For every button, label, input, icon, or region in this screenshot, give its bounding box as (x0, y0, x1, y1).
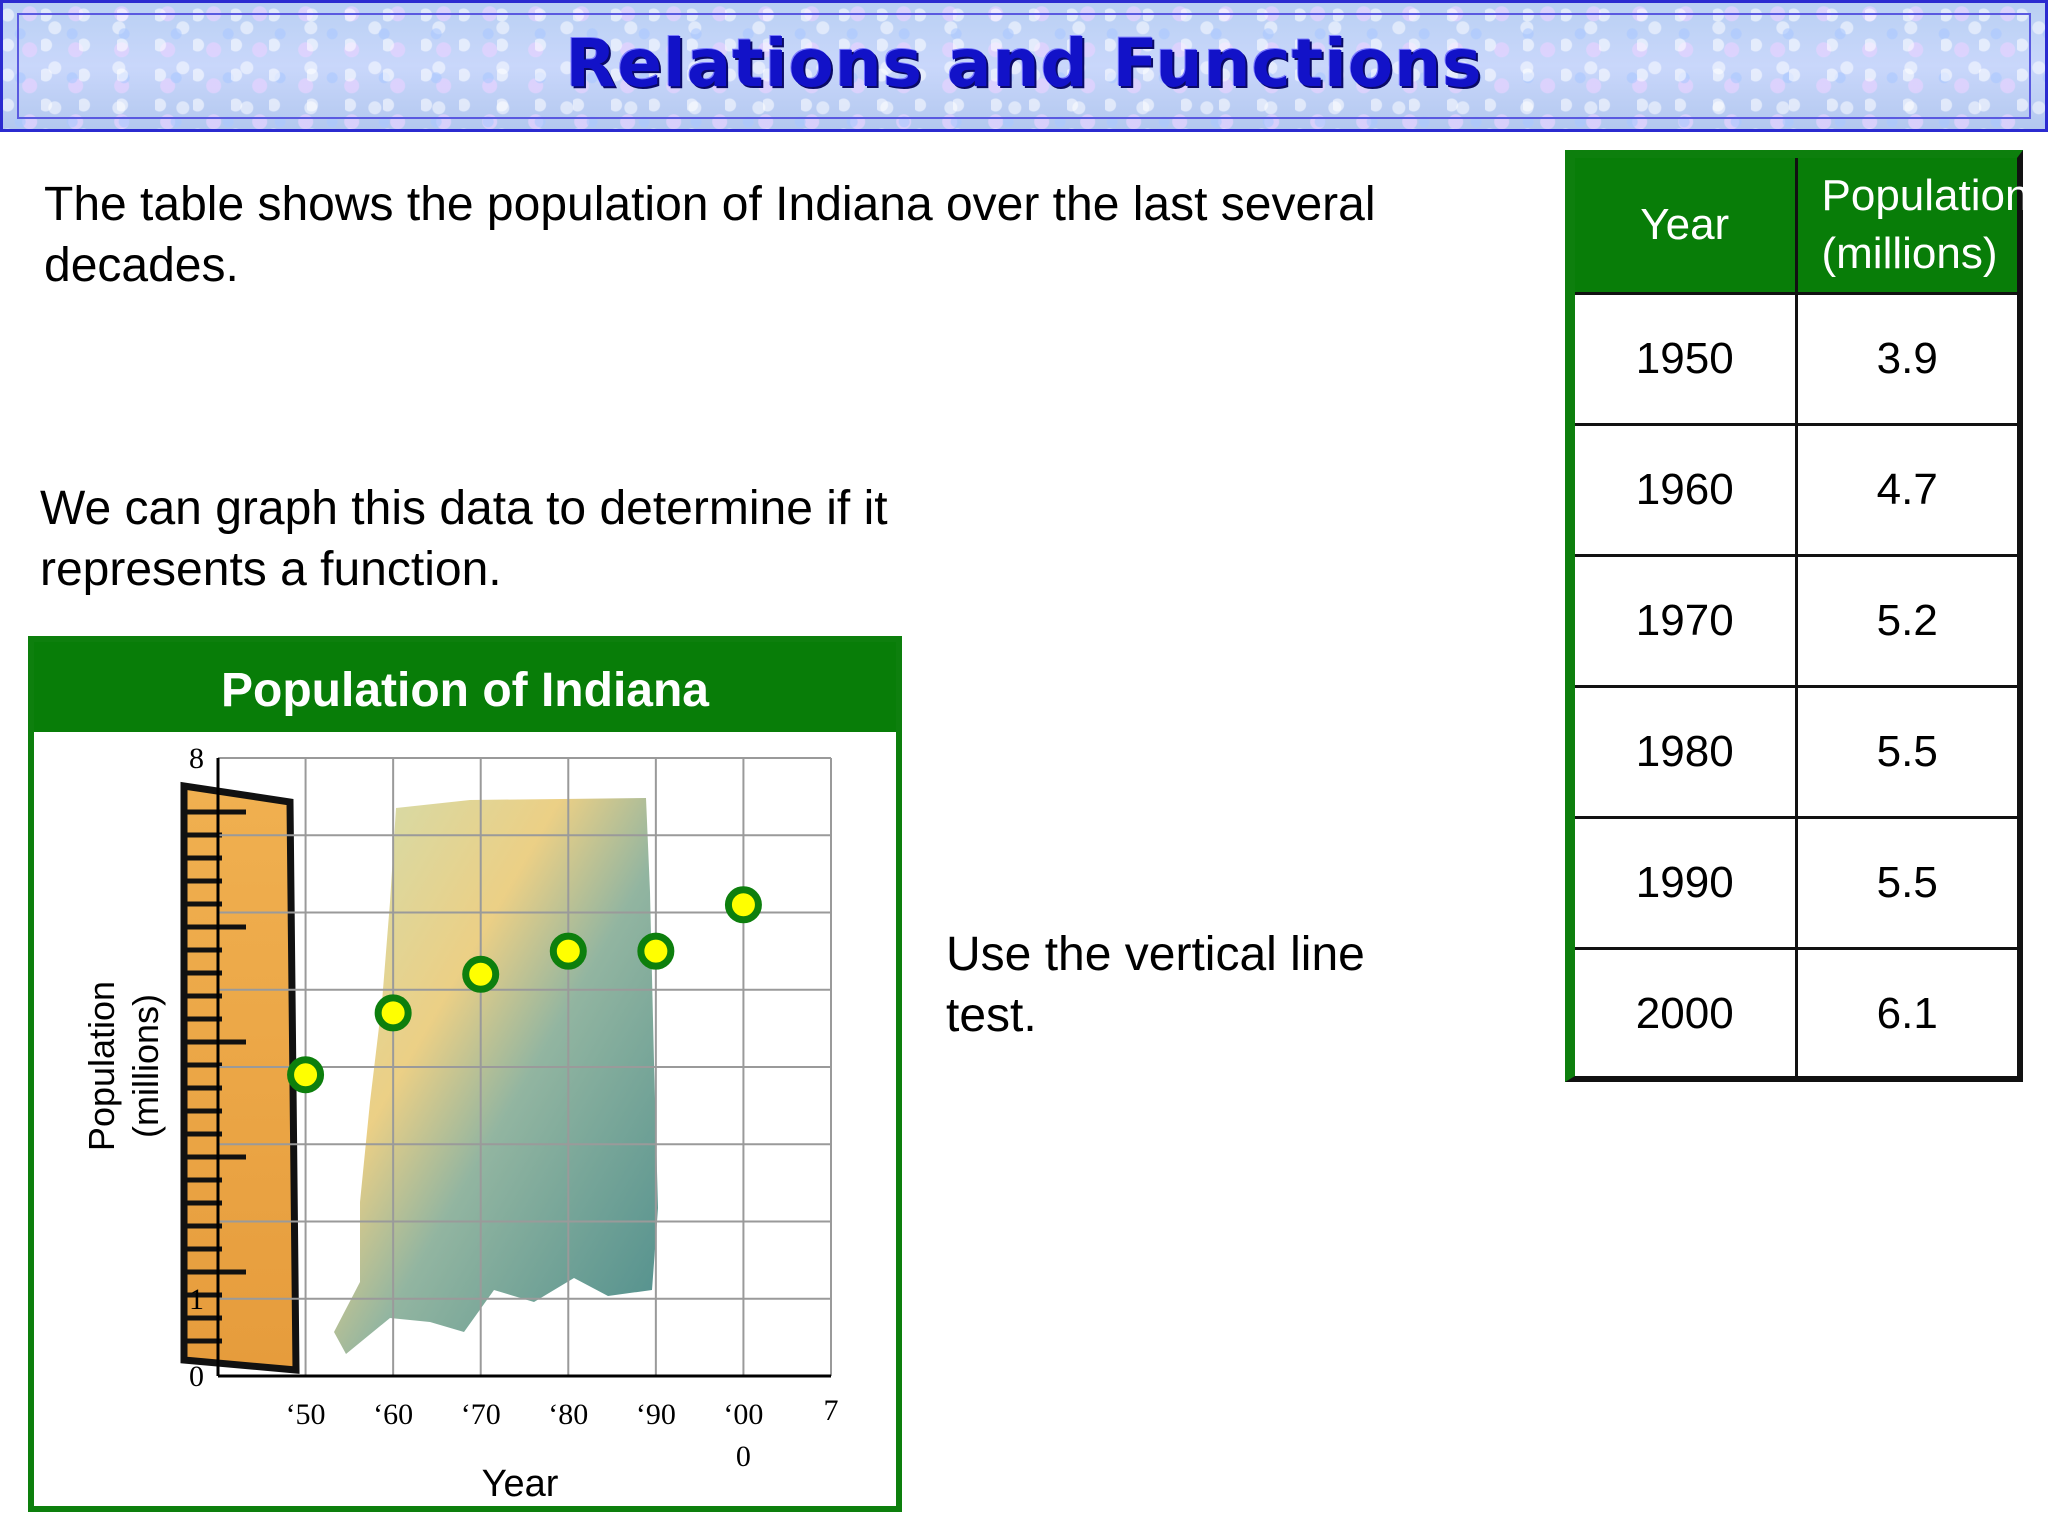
chart-panel: Population of Indiana ‘50 ‘60 ‘70 ‘80 ‘90 ‘00… (28, 636, 902, 1512)
table-cell-year: 1950 (1575, 292, 1798, 425)
table-cell-year: 1970 (1575, 554, 1798, 687)
table-cell-year: 1980 (1575, 685, 1798, 818)
x-tick-label: ‘50 (286, 1398, 326, 1431)
table-cell-year: 1960 (1575, 423, 1798, 556)
table-row: 1960 4.7 (1575, 423, 2017, 556)
slide-title: Relations and Functions (565, 25, 1483, 102)
data-point (549, 932, 587, 970)
data-point (724, 886, 762, 924)
table-row: 1980 5.5 (1575, 685, 2017, 818)
vertical-line-test-text: Use the vertical line test. (946, 928, 1365, 1042)
table-cell-population: 3.9 (1796, 292, 2017, 425)
data-point (462, 955, 500, 993)
table-row: 1990 5.5 (1575, 816, 2017, 949)
title-banner: Relations and Functions (0, 0, 2048, 132)
intro-text: The table shows the population of Indian… (44, 178, 1376, 292)
table-cell-population: 5.5 (1796, 816, 2017, 949)
data-point (287, 1056, 325, 1094)
data-point (637, 932, 675, 970)
graph-instruction-text: We can graph this data to determine if i… (40, 482, 888, 596)
x-tick-label: ‘90 (636, 1398, 676, 1431)
y-tick-label: 0 (189, 1360, 204, 1393)
table-header-year: Year (1575, 158, 1798, 294)
indiana-map-image (334, 798, 658, 1354)
x-axis-label: Year (482, 1463, 559, 1505)
y-tick-label: 1 (189, 1283, 204, 1316)
x-tick-label: ‘70 (461, 1398, 501, 1431)
table-cell-year: 1990 (1575, 816, 1798, 949)
table-row: 1950 3.9 (1575, 292, 2017, 425)
population-table: Year Population (millions) 1950 3.9 1960 4.7… (1565, 150, 2029, 1082)
table-row: 1970 5.2 (1575, 554, 2017, 687)
table-header-population: Population (millions) (1796, 158, 2029, 294)
x-tick-label: 0 (736, 1440, 751, 1473)
data-point (374, 994, 412, 1032)
population-chart: ‘50 ‘60 ‘70 ‘80 ‘90 ‘00 7 0 0 1 8 Population(milli… (81, 742, 839, 1505)
table-cell-population: 5.5 (1796, 685, 2017, 818)
table-cell-population: 4.7 (1796, 423, 2017, 556)
table-cell-year: 2000 (1575, 947, 1798, 1078)
x-tick-label: ‘60 (373, 1398, 413, 1431)
table-cell-population: 5.2 (1796, 554, 2017, 687)
x-tick-label: ‘80 (548, 1398, 588, 1431)
x-tick-label: ‘00 (723, 1398, 763, 1431)
x-tick-label: 7 (824, 1394, 839, 1427)
table-row: 2000 6.1 (1575, 947, 2017, 1078)
table-cell-population: 6.1 (1796, 947, 2017, 1078)
y-axis-label: Population(millions) (81, 981, 166, 1151)
y-tick-label: 8 (189, 742, 204, 775)
